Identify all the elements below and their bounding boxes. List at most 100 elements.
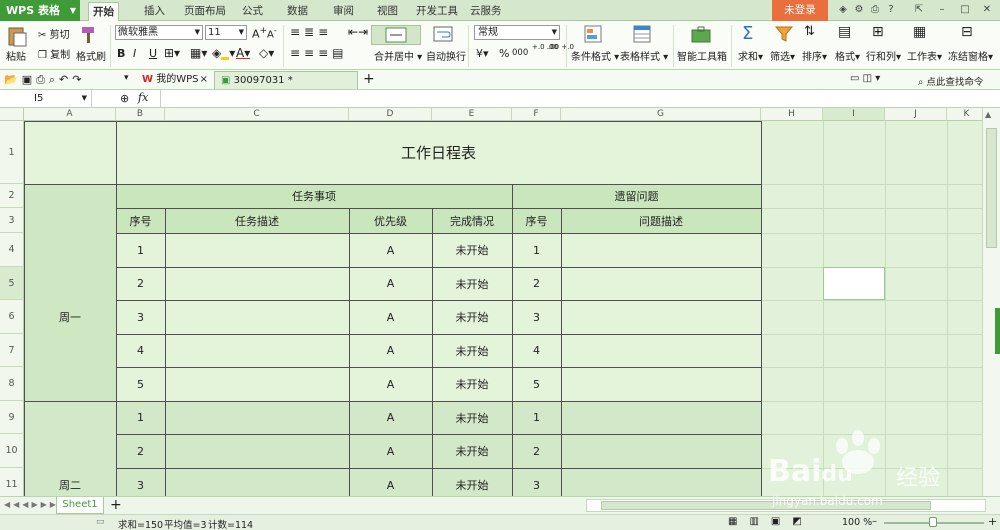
sort-button[interactable]: 排序▾ — [802, 48, 827, 63]
sum-button[interactable]: 求和▾ — [738, 48, 763, 63]
column-header[interactable]: K — [947, 108, 982, 121]
bold-button[interactable]: B — [117, 47, 125, 60]
tab-document[interactable]: ▣ 30097031 * — [214, 71, 358, 89]
select-all-corner[interactable] — [0, 108, 24, 121]
merge-icon[interactable]: ▦▾ — [190, 46, 207, 60]
currency-icon[interactable]: ¥▾ — [476, 47, 489, 60]
cell-priority[interactable]: A — [349, 468, 432, 496]
border-icon[interactable]: ⊞▾ — [164, 46, 180, 60]
toolbox-icon[interactable] — [690, 24, 712, 46]
cell-seq[interactable]: 4 — [116, 334, 165, 367]
add-sheet-button[interactable]: + — [110, 497, 122, 513]
column-header[interactable]: C — [165, 108, 349, 121]
tab-view[interactable]: 视图 — [373, 2, 402, 21]
row-header[interactable]: 6 — [0, 300, 24, 334]
cell-seq2[interactable]: 1 — [512, 401, 561, 434]
row-header[interactable]: 4 — [0, 233, 24, 267]
tab-my-wps[interactable]: W 我的WPS × — [136, 71, 212, 89]
merge-center-button[interactable]: 合并居中 ▾ — [374, 48, 422, 63]
cell-seq[interactable]: 1 — [116, 401, 165, 434]
clear-format-icon[interactable]: ◇▾ — [259, 46, 274, 60]
column-header[interactable]: D — [349, 108, 432, 121]
sheet-nav-arrows[interactable]: ◀◀◀▶▶▶ — [4, 500, 59, 509]
cell-seq2[interactable]: 2 — [512, 434, 561, 468]
share-icon[interactable]: ⎙ — [868, 3, 882, 17]
freeze-icon[interactable]: ⊟ — [961, 24, 973, 40]
cell-status[interactable]: 未开始 — [432, 233, 512, 267]
table-style-icon[interactable] — [632, 24, 654, 46]
conditional-format-icon[interactable] — [583, 24, 605, 46]
decimal-decrease-button[interactable]: .00 +.0 — [548, 43, 574, 51]
filter-button[interactable]: 筛选▾ — [770, 48, 795, 63]
cell-seq2[interactable]: 1 — [512, 233, 561, 267]
freeze-panes-button[interactable]: 冻结窗格▾ — [948, 48, 993, 63]
percent-button[interactable]: % — [499, 47, 509, 60]
help-icon[interactable]: ? — [884, 3, 898, 17]
cell-priority[interactable]: A — [349, 334, 432, 367]
cell-seq[interactable]: 3 — [116, 468, 165, 496]
increase-font-icon[interactable]: A+ — [252, 25, 267, 41]
row-header[interactable]: 3 — [0, 208, 24, 233]
minimize-icon[interactable]: – — [935, 3, 949, 17]
tab-home[interactable]: 开始 — [88, 2, 119, 21]
table-style-button[interactable]: 表格样式 ▾ — [620, 48, 668, 63]
paste-button[interactable] — [6, 25, 28, 47]
scroll-up-icon[interactable]: ▲ — [985, 110, 991, 119]
vertical-scrollbar[interactable]: ▲ — [982, 108, 1000, 496]
group-header-tasks[interactable]: 任务事项 — [116, 184, 512, 208]
header-task-desc[interactable]: 任务描述 — [165, 208, 349, 233]
tab-formulas[interactable]: 公式 — [238, 2, 267, 21]
cell-seq2[interactable]: 4 — [512, 334, 561, 367]
header-seq[interactable]: 序号 — [116, 208, 165, 233]
cell-status[interactable]: 未开始 — [432, 300, 512, 334]
cell-seq[interactable]: 1 — [116, 233, 165, 267]
column-header[interactable]: F — [512, 108, 561, 121]
selected-cell[interactable] — [823, 267, 885, 300]
zoom-out-icon[interactable]: – — [872, 516, 877, 527]
cell-priority[interactable]: A — [349, 401, 432, 434]
merge-center-icon[interactable] — [371, 25, 421, 45]
cell-seq2[interactable]: 3 — [512, 300, 561, 334]
cell-priority[interactable]: A — [349, 300, 432, 334]
format-cells-icon[interactable]: ▤ — [838, 24, 851, 40]
column-header[interactable]: A — [24, 108, 116, 121]
new-tab-button[interactable]: + — [363, 71, 375, 87]
worksheet-button[interactable]: 工作表▾ — [907, 48, 942, 63]
column-header[interactable]: J — [885, 108, 947, 121]
fill-color-icon[interactable]: ◈ ▾ — [212, 46, 235, 60]
cell-status[interactable]: 未开始 — [432, 367, 512, 401]
row-header[interactable]: 7 — [0, 334, 24, 367]
wrap-icon[interactable] — [428, 25, 460, 45]
row-header[interactable]: 8 — [0, 367, 24, 401]
zoom-in-icon[interactable]: + — [988, 515, 997, 528]
column-header[interactable]: B — [116, 108, 165, 121]
restore-ribbon-icon[interactable]: ⇱ — [912, 3, 926, 17]
cell-priority[interactable]: A — [349, 434, 432, 468]
login-button[interactable]: 未登录 — [772, 0, 828, 21]
cell-priority[interactable]: A — [349, 233, 432, 267]
tab-page-layout[interactable]: 页面布局 — [180, 2, 230, 21]
header-priority[interactable]: 优先级 — [349, 208, 432, 233]
skin-icon[interactable]: ◈ — [836, 3, 850, 17]
cell-seq2[interactable]: 3 — [512, 468, 561, 496]
paste-label[interactable]: 粘贴 — [6, 48, 26, 63]
table-title[interactable]: 工作日程表 — [116, 121, 761, 184]
font-name-select[interactable]: 微软雅黑 ▼ — [115, 25, 203, 40]
day-label[interactable]: 周二 — [24, 468, 116, 496]
format-painter-label[interactable]: 格式刷 — [76, 48, 106, 63]
sort-icon[interactable]: ⇅ — [804, 24, 815, 39]
find-command-search[interactable]: ⌕ 点此查找命令 — [918, 74, 983, 88]
row-header-selected[interactable]: 5 — [0, 267, 24, 300]
quick-access-icons[interactable]: 📂▣⎙⌕↶↷ — [4, 73, 85, 87]
smart-toolbox-button[interactable]: 智能工具箱 — [677, 48, 727, 63]
zoom-slider-thumb[interactable] — [929, 517, 937, 527]
cell-status[interactable]: 未开始 — [432, 434, 512, 468]
header-seq2[interactable]: 序号 — [512, 208, 561, 233]
tab-developer[interactable]: 开发工具 — [412, 2, 462, 21]
side-panel-handle[interactable] — [995, 308, 1000, 354]
header-status[interactable]: 完成情况 — [432, 208, 512, 233]
cut-button[interactable]: ✂ 剪切 — [38, 26, 70, 41]
font-size-select[interactable]: 11 ▼ — [205, 25, 247, 40]
formula-input[interactable] — [162, 91, 996, 106]
decrease-font-icon[interactable]: A- — [267, 25, 277, 40]
